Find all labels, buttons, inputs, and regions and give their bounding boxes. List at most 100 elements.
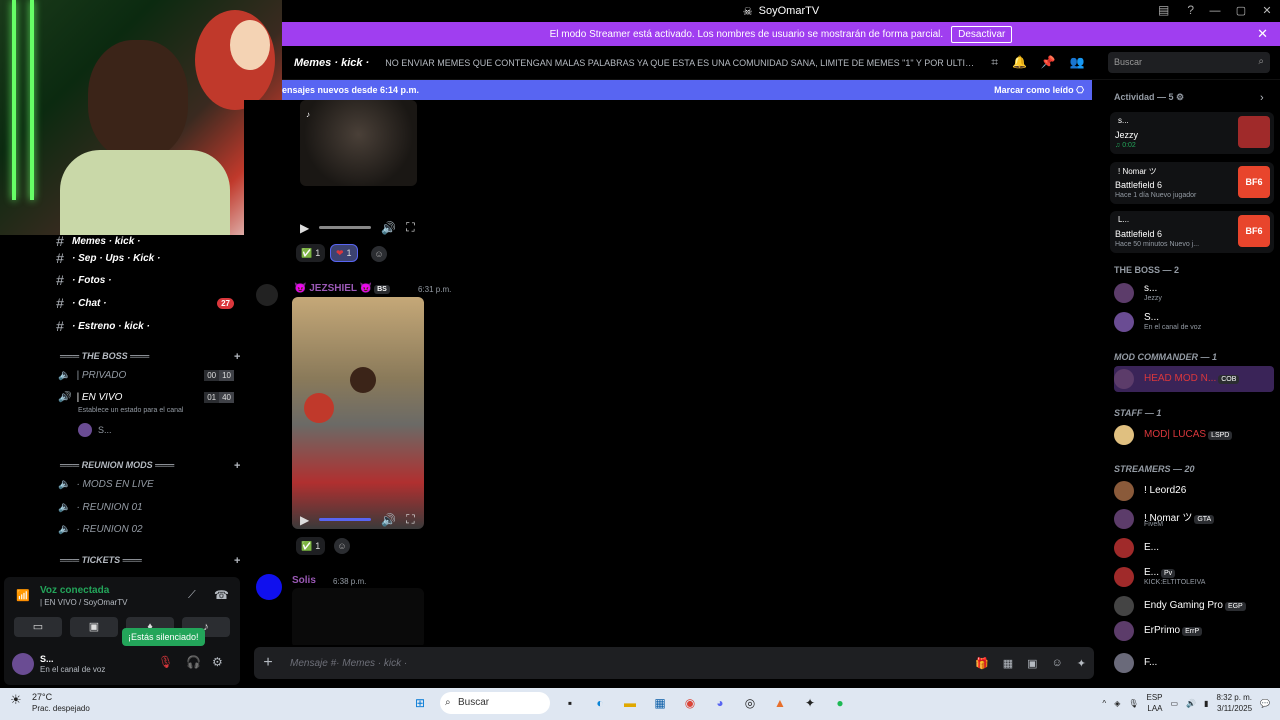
- new-messages-bar[interactable]: ensajes nuevos desde 6:14 p.m. Marcar co…: [282, 80, 1092, 100]
- chevron-up-icon[interactable]: ^: [1102, 699, 1106, 708]
- reaction-heart[interactable]: ❤ 1: [330, 244, 358, 262]
- avatar[interactable]: [12, 653, 34, 675]
- message-input[interactable]: Mensaje #· Memes · kick ·: [290, 658, 407, 669]
- network-icon[interactable]: ◈: [1114, 699, 1120, 708]
- volume-icon[interactable]: 🔊: [381, 221, 396, 235]
- play-icon[interactable]: ▶: [300, 513, 309, 527]
- chrome-icon[interactable]: ◉: [680, 693, 700, 713]
- sticker-icon[interactable]: ▣: [1027, 657, 1037, 670]
- reaction-check[interactable]: ✅ 1: [296, 537, 326, 555]
- add-channel-icon[interactable]: +: [234, 460, 240, 472]
- add-channel-icon[interactable]: +: [234, 555, 240, 567]
- gif-icon[interactable]: ▦: [1003, 657, 1013, 670]
- noise-suppression-icon[interactable]: ⟋: [188, 589, 196, 602]
- bell-icon[interactable]: 🔔: [1012, 55, 1027, 70]
- member-item[interactable]: ErPrimo ErrP: [1114, 618, 1274, 644]
- inbox-icon[interactable]: ▤: [1158, 3, 1169, 17]
- fullscreen-icon[interactable]: ⛶: [406, 220, 414, 235]
- volume-icon[interactable]: 🔊: [381, 513, 396, 527]
- edge-icon[interactable]: ◐: [590, 693, 610, 713]
- signal-icon[interactable]: 📶: [16, 589, 30, 602]
- activity-card[interactable]: s... Jezzy ♫ 0:02: [1110, 112, 1274, 154]
- voice-channel-reunion-01[interactable]: 🔈 · REUNION 01: [58, 497, 244, 517]
- start-icon[interactable]: ⊞: [410, 693, 430, 713]
- close-window-button[interactable]: ✕: [1254, 0, 1280, 22]
- member-item[interactable]: ! Leord26: [1114, 478, 1274, 504]
- voice-channel-privado[interactable]: 🔈 | PRIVADO 00 10: [58, 365, 244, 385]
- weather-widget[interactable]: ☀ 27°C Prac. despejado: [10, 692, 90, 714]
- avatar[interactable]: [256, 284, 278, 306]
- taskbar-search[interactable]: ⌕ Buscar: [440, 692, 550, 714]
- member-item[interactable]: F...: [1114, 650, 1274, 676]
- close-icon[interactable]: ✕: [1257, 26, 1268, 42]
- disable-streamer-button[interactable]: Desactivar: [951, 25, 1013, 43]
- reaction-check[interactable]: ✅ 1: [296, 244, 326, 262]
- voice-channel-en-vivo[interactable]: 🔊 | EN VIVO 01 40: [58, 387, 244, 407]
- category-reunion-mods[interactable]: ═══ REUNION MODS ═══ +: [60, 460, 240, 472]
- member-item[interactable]: Endy Gaming Pro EGP: [1114, 593, 1274, 619]
- voice-channel-reunion-02[interactable]: 🔈 · REUNION 02: [58, 519, 244, 539]
- gift-icon[interactable]: 🎁: [975, 657, 989, 670]
- channel-fotos[interactable]: # · Fotos ·: [48, 270, 244, 290]
- display-icon[interactable]: ▭: [1171, 699, 1179, 708]
- channel-estreno[interactable]: # · Estreno · kick ·: [48, 316, 244, 336]
- member-item[interactable]: HEAD MOD N... COB: [1114, 366, 1274, 392]
- category-tickets[interactable]: ═══ TICKETS ═══ +: [60, 555, 240, 567]
- voice-status[interactable]: Voz conectada: [40, 585, 109, 596]
- member-item[interactable]: S... En el canal de voz: [1114, 309, 1274, 335]
- channel-sep-ups[interactable]: # · Sep · Ups · Kick ·: [48, 248, 244, 268]
- members-icon[interactable]: 👥: [1070, 55, 1085, 70]
- add-attachment-icon[interactable]: +: [254, 654, 282, 672]
- video-embed[interactable]: ♪: [300, 100, 417, 186]
- channel-status-text[interactable]: Establece un estado para el canal: [78, 407, 183, 414]
- add-reaction-icon[interactable]: ☺: [371, 246, 387, 262]
- discord-icon[interactable]: ◕: [710, 693, 730, 713]
- activity-card[interactable]: L... Battlefield 6 Hace 50 minutos Nuevo…: [1110, 211, 1274, 253]
- app-icon[interactable]: ✦: [800, 693, 820, 713]
- apps-icon[interactable]: ✦: [1077, 657, 1086, 670]
- voice-channel-info[interactable]: | EN VIVO / SoyOmarTV: [40, 598, 127, 607]
- video-embed[interactable]: [292, 297, 424, 529]
- camera-button[interactable]: ▭: [14, 617, 62, 637]
- headphones-icon[interactable]: 🎧: [186, 655, 201, 669]
- pin-icon[interactable]: 📌: [1041, 55, 1056, 70]
- search-input[interactable]: Buscar ⌕: [1108, 52, 1270, 73]
- maximize-button[interactable]: ▢: [1228, 0, 1254, 22]
- folder-icon[interactable]: ▬: [620, 693, 640, 713]
- avatar[interactable]: [256, 574, 282, 600]
- language-indicator[interactable]: ESP LAA: [1147, 692, 1163, 714]
- store-icon[interactable]: ▦: [650, 693, 670, 713]
- channel-chat[interactable]: # · Chat · 27: [48, 293, 244, 313]
- member-item[interactable]: E... Pv KICK:ELTITOLEIVA: [1114, 564, 1274, 590]
- screen-share-button[interactable]: ▣: [70, 617, 118, 637]
- member-item[interactable]: E...: [1114, 535, 1274, 561]
- mic-icon[interactable]: 🎙: [1128, 699, 1138, 708]
- task-view-icon[interactable]: ▪: [560, 693, 580, 713]
- play-icon[interactable]: ▶: [300, 221, 309, 235]
- spotify-icon[interactable]: ●: [830, 693, 850, 713]
- mark-read-button[interactable]: Marcar como leído ⎔: [994, 85, 1084, 96]
- progress-track[interactable]: [319, 226, 372, 229]
- member-item[interactable]: ! Nomar ツ GTA FiveM: [1114, 506, 1274, 532]
- member-item[interactable]: s... Jezzy: [1114, 280, 1274, 306]
- chevron-right-icon[interactable]: ›: [1260, 92, 1264, 104]
- fullscreen-icon[interactable]: ⛶: [406, 512, 414, 527]
- member-item[interactable]: MOD| LUCAS LSPD: [1114, 422, 1274, 448]
- message-composer[interactable]: + Mensaje #· Memes · kick · 🎁 ▦ ▣ ☺ ✦: [254, 647, 1094, 679]
- mic-muted-icon[interactable]: 🎙: [158, 655, 173, 669]
- obs-icon[interactable]: ◎: [740, 693, 760, 713]
- voice-user[interactable]: S...: [78, 423, 112, 437]
- category-the-boss[interactable]: ═══ THE BOSS ═══ +: [60, 351, 240, 363]
- message-author[interactable]: 😈 JEZSHIEL 😈 BS: [294, 283, 390, 294]
- emoji-icon[interactable]: ☺: [1052, 657, 1063, 670]
- message-author[interactable]: Solis: [292, 575, 316, 586]
- video-embed[interactable]: [292, 588, 424, 645]
- threads-icon[interactable]: ⌗: [991, 55, 998, 70]
- minimize-button[interactable]: —: [1202, 0, 1228, 22]
- volume-icon[interactable]: 🔊: [1186, 699, 1196, 708]
- clock[interactable]: 8:32 p. m. 3/11/2025: [1216, 692, 1252, 714]
- user-name[interactable]: S...: [40, 654, 54, 664]
- notifications-icon[interactable]: 💬: [1260, 699, 1270, 708]
- settings-icon[interactable]: ⚙: [212, 655, 223, 669]
- channel-topic[interactable]: NO ENVIAR MEMES QUE CONTENGAN MALAS PALA…: [385, 58, 975, 68]
